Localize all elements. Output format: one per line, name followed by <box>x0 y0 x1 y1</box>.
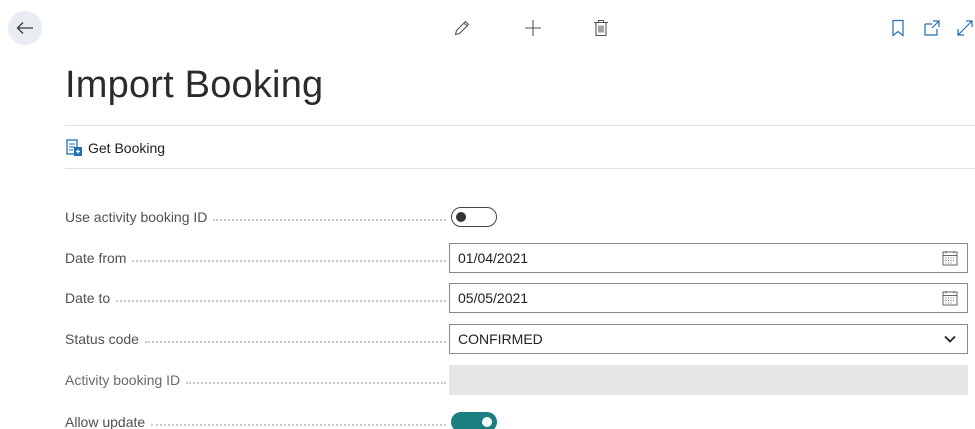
open-in-new-window-button[interactable] <box>921 17 943 39</box>
expand-button[interactable] <box>955 17 975 39</box>
open-in-new-window-icon <box>924 20 940 36</box>
back-button[interactable] <box>8 11 42 45</box>
date-to-field[interactable]: 05/05/2021 <box>449 283 968 313</box>
pencil-icon <box>454 20 470 36</box>
chevron-down-icon <box>944 335 956 343</box>
use-activity-booking-id-row: Use activity booking ID <box>65 202 968 232</box>
leader-dots <box>144 341 446 343</box>
date-from-label: Date from <box>65 250 127 266</box>
delete-button[interactable] <box>590 17 612 39</box>
bookmark-button[interactable] <box>887 17 909 39</box>
calendar-button[interactable] <box>941 289 959 307</box>
date-from-field[interactable]: 01/04/2021 <box>449 243 968 273</box>
plus-icon <box>525 20 541 36</box>
status-code-row: Status code CONFIRMED <box>65 324 968 354</box>
calendar-icon <box>942 251 958 266</box>
allow-update-toggle[interactable] <box>451 412 497 429</box>
page-title: Import Booking <box>65 64 324 106</box>
edit-button[interactable] <box>451 17 473 39</box>
leader-dots <box>132 260 446 262</box>
divider <box>65 125 975 126</box>
date-to-label: Date to <box>65 290 111 306</box>
dropdown-button[interactable] <box>941 330 959 348</box>
status-code-select[interactable]: CONFIRMED <box>449 324 968 354</box>
date-to-value: 05/05/2021 <box>458 290 529 306</box>
activity-booking-id-field <box>449 365 968 395</box>
date-from-row: Date from 01/04/2021 <box>65 243 968 273</box>
get-booking-action[interactable]: Get Booking <box>66 139 165 156</box>
divider <box>65 168 975 169</box>
get-booking-label: Get Booking <box>88 139 166 156</box>
calendar-button[interactable] <box>941 249 959 267</box>
status-code-label: Status code <box>65 331 139 347</box>
leader-dots <box>116 300 446 302</box>
leader-dots <box>151 424 446 426</box>
allow-update-row: Allow update <box>65 407 968 429</box>
toggle-knob <box>482 417 492 427</box>
leader-dots <box>186 382 446 384</box>
allow-update-label: Allow update <box>65 414 146 429</box>
toggle-knob <box>456 211 466 222</box>
arrow-left-icon <box>16 22 33 34</box>
import-document-icon <box>66 139 82 156</box>
bookmark-icon <box>892 19 904 37</box>
expand-icon <box>957 20 973 36</box>
status-code-value: CONFIRMED <box>458 331 543 347</box>
calendar-icon <box>942 291 958 306</box>
leader-dots <box>213 219 446 221</box>
trash-icon <box>594 19 608 37</box>
date-from-value: 01/04/2021 <box>458 250 529 266</box>
use-activity-booking-id-toggle[interactable] <box>451 207 497 227</box>
date-to-row: Date to 05/05/2021 <box>65 283 968 313</box>
activity-booking-id-row: Activity booking ID <box>65 365 968 395</box>
new-button[interactable] <box>522 17 544 39</box>
activity-booking-id-label: Activity booking ID <box>65 372 181 388</box>
use-activity-booking-id-label: Use activity booking ID <box>65 209 208 225</box>
